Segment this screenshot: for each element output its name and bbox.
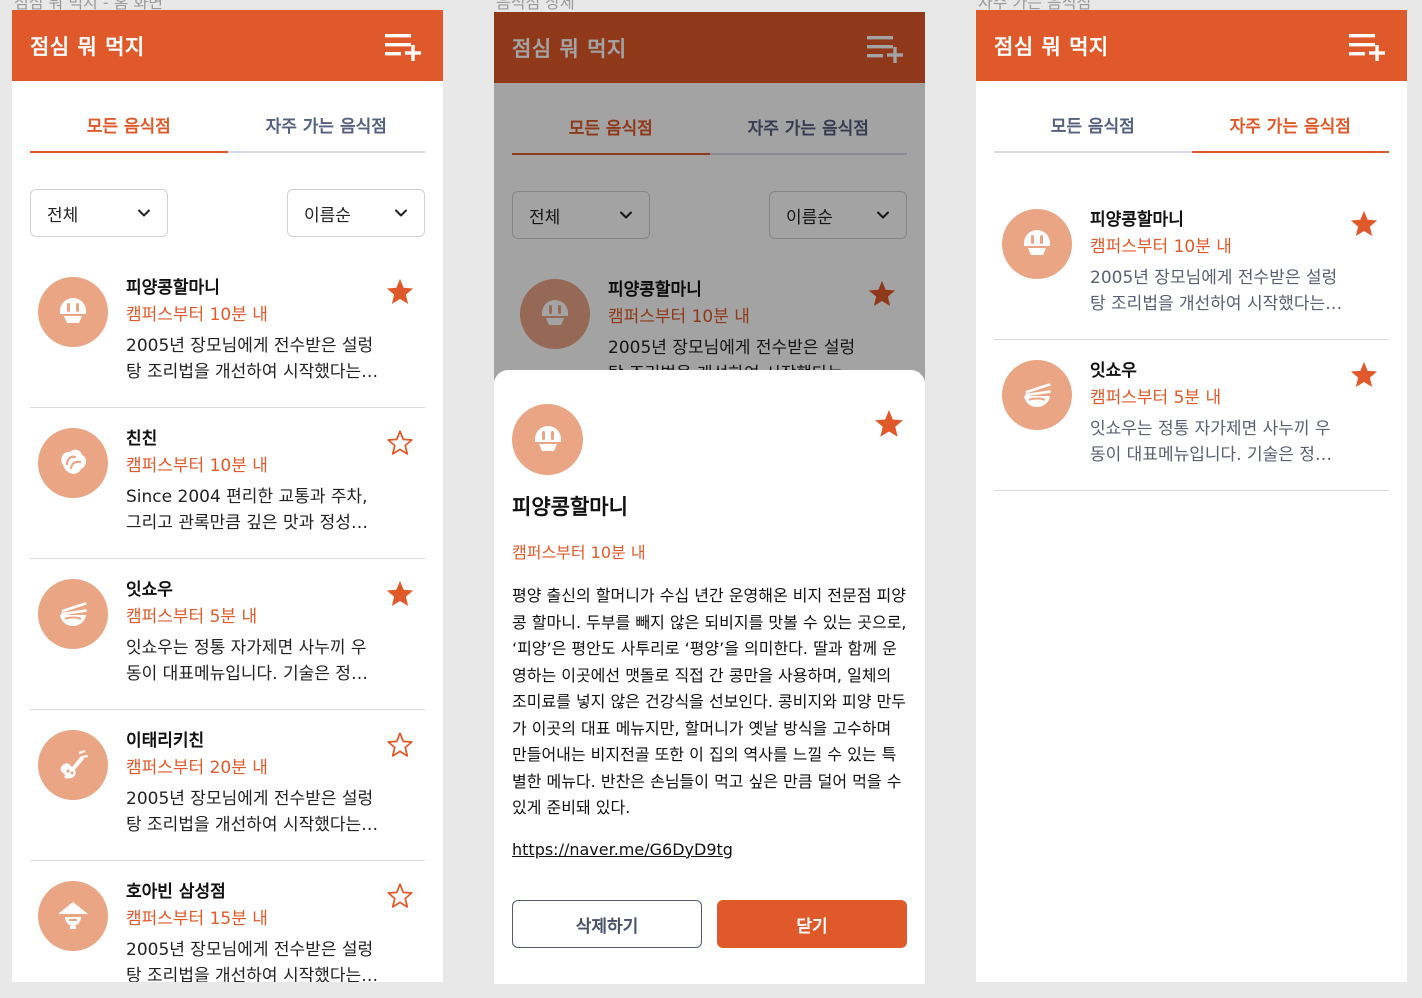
detail-category-thumbnail [512,404,583,475]
favorite-star-filled-icon[interactable] [1349,209,1379,239]
tab-all-restaurants[interactable]: 모든 음식점 [994,97,1192,151]
restaurant-distance: 캠퍼스부터 10분 내 [126,305,268,325]
favorite-star-empty-icon[interactable] [385,428,415,458]
restaurant-name: 호아빈 삼성점 [126,882,226,902]
category-thumbnail [38,881,108,951]
restaurant-list-item[interactable]: 잇쇼우캠퍼스부터 5분 내잇쇼우는 정통 자가제면 사누끼 우동이 대표메뉴입니… [994,340,1389,491]
tab-favorite-restaurants[interactable]: 자주 가는 음식점 [1192,97,1390,151]
restaurant-description: 2005년 장모님에게 전수받은 설렁탕 조리법을 개선하여 시작했다는 외고집… [126,336,374,382]
add-restaurant-icon[interactable] [383,31,423,61]
app-title: 점심 뭐 먹지 [30,34,145,59]
restaurant-distance: 캠퍼스부터 15분 내 [126,909,268,929]
western-food-icon [60,750,89,779]
detail-distance: 캠퍼스부터 10분 내 [512,543,646,562]
restaurant-list-item[interactable]: 피양콩할마니캠퍼스부터 10분 내 2005년 장모님에게 전수받은 설렁탕 조리… [30,257,425,408]
restaurant-list-item[interactable]: 잇쇼우캠퍼스부터 5분 내잇쇼우는 정통 자가제면 사누끼 우동이 대표메뉴입니… [30,559,425,710]
restaurant-description: Since 2004 편리한 교통과 주차, 그리고 관록만큼 깊은 맛과 정성… [126,487,368,533]
app-title: 점심 뭐 먹지 [994,34,1109,59]
restaurant-name: 잇쇼우 [126,580,173,600]
japanese-food-icon [1024,383,1051,407]
restaurant-distance: 캠퍼스부터 10분 내 [126,456,268,476]
restaurant-description: 2005년 장모님에게 전수받은 설렁탕 조리법을 개선하여 시작했다는 외고집… [126,940,374,982]
favorite-restaurant-list: 피양콩할마니캠퍼스부터 10분 내 2005년 장모님에게 전수받은 설렁탕 조리… [994,189,1389,491]
favorite-star-filled-icon[interactable] [385,579,415,609]
delete-button[interactable]: 삭제하기 [512,900,702,948]
favorites-screen: 점심 뭐 먹지 모든 음식점 자주 가는 음식점 피양콩할마니캠퍼스부터 10분… [976,10,1407,982]
restaurant-name: 잇쇼우 [1090,361,1137,381]
active-tab-indicator [30,151,228,153]
category-thumbnail [38,730,108,800]
restaurant-info: 피양콩할마니캠퍼스부터 10분 내 2005년 장모님에게 전수받은 설렁탕 조리… [1090,207,1345,317]
chevron-down-icon [138,209,150,217]
restaurant-distance: 캠퍼스부터 10분 내 [1090,237,1232,257]
restaurant-detail-sheet: 피양콩할마니 캠퍼스부터 10분 내 평양 출신의 할머니가 수십 년간 운영해… [494,370,925,984]
home-screen: 점심 뭐 먹지 모든 음식점 자주 가는 음식점 전체 이름순 피양콩할마니캠퍼… [12,10,443,982]
category-thumbnail [38,428,108,498]
restaurant-list-item[interactable]: 호아빈 삼성점캠퍼스부터 15분 내 2005년 장모님에게 전수받은 설렁탕 조… [30,861,425,982]
restaurant-name: 피양콩할마니 [1090,210,1184,230]
detail-description: 평양 출신의 할머니가 수십 년간 운영해온 비지 전문점 피양콩 할마니. 두… [512,586,907,817]
restaurant-description: 2005년 장모님에게 전수받은 설렁탕 조리법을 개선하여 시작했다는 외고집… [1090,268,1338,314]
restaurant-description: 잇쇼우는 정통 자가제면 사누끼 우동이 대표메뉴입니다. 기술은 정성을 이길… [126,638,367,684]
restaurant-info: 친친캠퍼스부터 10분 내 Since 2004 편리한 교통과 주차, 그리고 … [126,426,381,536]
restaurant-info: 잇쇼우캠퍼스부터 5분 내잇쇼우는 정통 자가제면 사누끼 우동이 대표메뉴입니… [1090,358,1345,468]
sort-select[interactable]: 이름순 [287,189,425,237]
restaurant-list: 피양콩할마니캠퍼스부터 10분 내 2005년 장모님에게 전수받은 설렁탕 조리… [30,257,425,982]
tab-favorite-restaurants[interactable]: 자주 가는 음식점 [228,97,426,151]
detail-restaurant-name: 피양콩할마니 [512,495,628,519]
tab-all-restaurants[interactable]: 모든 음식점 [30,97,228,151]
restaurant-distance: 캠퍼스부터 5분 내 [126,607,258,627]
favorite-star-filled-icon[interactable] [1349,360,1379,390]
chinese-food-icon [61,449,87,474]
restaurant-name: 이태리키친 [126,731,205,751]
add-restaurant-icon[interactable] [1347,31,1387,61]
restaurant-distance: 캠퍼스부터 5분 내 [1090,388,1222,408]
favorite-star-filled-icon[interactable] [385,277,415,307]
category-filter-select[interactable]: 전체 [30,189,168,237]
filter-bar: 전체 이름순 [30,189,425,237]
restaurant-info: 호아빈 삼성점캠퍼스부터 15분 내 2005년 장모님에게 전수받은 설렁탕 조… [126,879,381,982]
restaurant-name: 피양콩할마니 [126,278,220,298]
chevron-down-icon [395,209,407,217]
category-filter-value: 전체 [47,205,79,226]
korean-food-icon [534,425,561,451]
restaurant-info: 이태리키친캠퍼스부터 20분 내 2005년 장모님에게 전수받은 설렁탕 조리법… [126,728,381,838]
app-header: 점심 뭐 먹지 [12,10,443,81]
restaurant-info: 피양콩할마니캠퍼스부터 10분 내 2005년 장모님에게 전수받은 설렁탕 조리… [126,275,381,385]
restaurant-list-item[interactable]: 피양콩할마니캠퍼스부터 10분 내 2005년 장모님에게 전수받은 설렁탕 조리… [994,189,1389,340]
close-button[interactable]: 닫기 [717,900,907,948]
restaurant-description: 잇쇼우는 정통 자가제면 사누끼 우동이 대표메뉴입니다. 기술은 정성을 이길… [1090,419,1331,465]
korean-food-icon [1024,230,1050,255]
category-thumbnail [38,277,108,347]
app-header: 점심 뭐 먹지 [976,10,1407,81]
restaurant-list-item[interactable]: 친친캠퍼스부터 10분 내 Since 2004 편리한 교통과 주차, 그리고 … [30,408,425,559]
japanese-food-icon [60,602,87,626]
favorite-star-empty-icon[interactable] [385,881,415,911]
detail-reference-link[interactable]: https://naver.me/G6DyD9tg [512,840,733,859]
restaurant-description: 2005년 장모님에게 전수받은 설렁탕 조리법을 개선하여 시작했다는 외고집… [126,789,374,835]
detail-screen: 점심 뭐 먹지 모든 음식점 자주 가는 음식점 전체 이름순 피양콩할마니 캠퍼… [494,12,925,984]
category-thumbnail [1002,209,1072,279]
favorite-star-empty-icon[interactable] [385,730,415,760]
restaurant-name: 친친 [126,429,158,449]
restaurant-list-item[interactable]: 이태리키친캠퍼스부터 20분 내 2005년 장모님에게 전수받은 설렁탕 조리법… [30,710,425,861]
korean-food-icon [60,298,86,323]
category-thumbnail [38,579,108,649]
detail-actions: 삭제하기 닫기 [512,900,907,948]
active-tab-indicator [1191,151,1389,153]
asian-food-icon [58,902,88,929]
favorite-star-icon[interactable] [873,408,905,440]
category-tabs: 모든 음식점 자주 가는 음식점 [30,97,425,153]
sort-value: 이름순 [304,205,351,226]
restaurant-info: 잇쇼우캠퍼스부터 5분 내잇쇼우는 정통 자가제면 사누끼 우동이 대표메뉴입니… [126,577,381,687]
category-tabs: 모든 음식점 자주 가는 음식점 [994,97,1389,153]
category-thumbnail [1002,360,1072,430]
restaurant-distance: 캠퍼스부터 20분 내 [126,758,268,778]
